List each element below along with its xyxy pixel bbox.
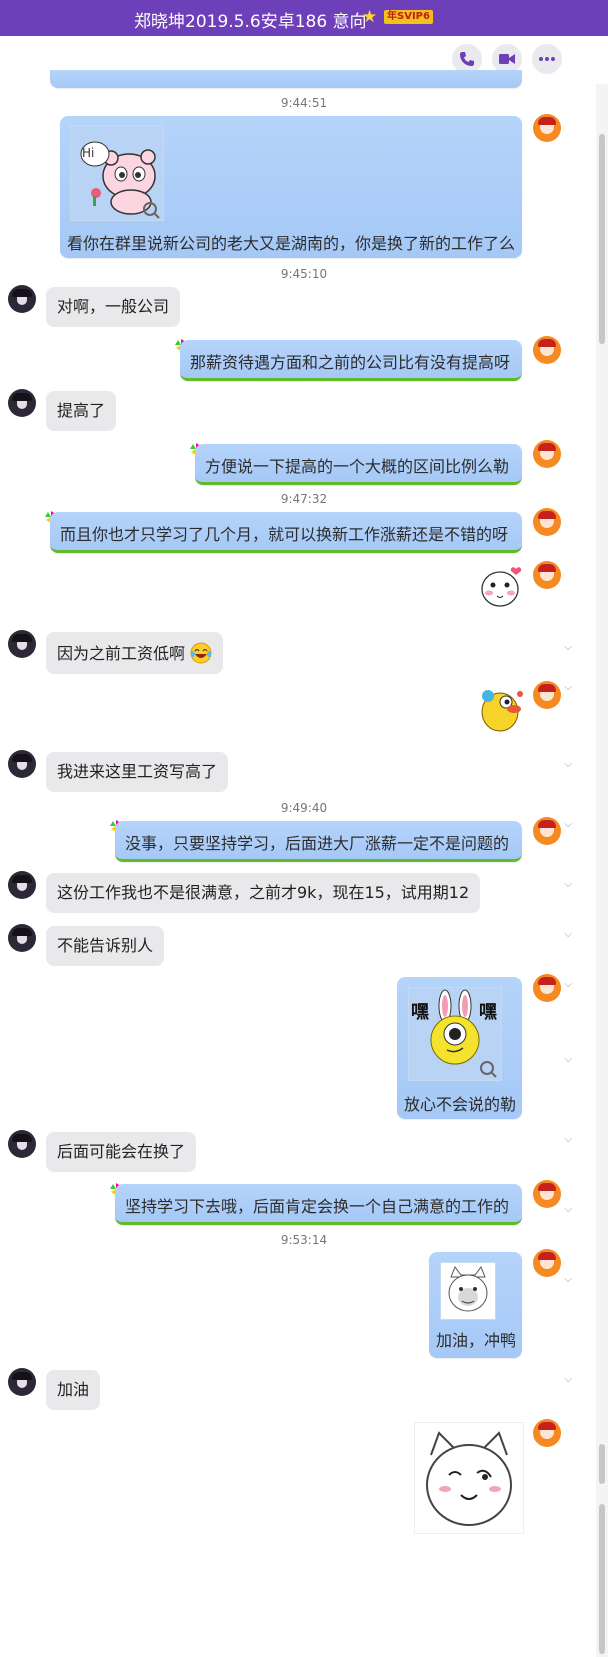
message-text: 后面可能会在换了 bbox=[57, 1142, 186, 1161]
sticker-text: 嘿 bbox=[411, 1002, 429, 1023]
message-text: 看你在群里说新公司的老大又是湖南的，你是换了新的工作了么 bbox=[67, 234, 516, 253]
white-cat-sticker[interactable] bbox=[414, 1422, 524, 1534]
message-text: 这份工作我也不是很满意，之前才9k，现在15，试用期12 bbox=[57, 883, 470, 902]
contact-avatar[interactable] bbox=[8, 871, 36, 899]
contact-avatar[interactable] bbox=[8, 924, 36, 952]
bunny-shh-sticker[interactable]: 嘿 嘿 bbox=[408, 987, 502, 1081]
message-bubble-mine[interactable]: Hi 看你在群里说新公司的老大又是湖南的，你是换了新的工作了么 bbox=[60, 116, 522, 258]
my-avatar[interactable] bbox=[533, 974, 561, 1002]
more-options-button[interactable] bbox=[532, 44, 562, 74]
hi-bear-sticker[interactable]: Hi bbox=[70, 125, 164, 221]
message-bubble-theirs[interactable]: 不能告诉别人 bbox=[46, 926, 165, 966]
message-bubble-partial bbox=[50, 70, 522, 88]
my-avatar[interactable] bbox=[533, 817, 561, 845]
more-icon bbox=[539, 57, 555, 61]
message-bubble-mine[interactable]: 那薪资待遇方面和之前的公司比有没有提高呀 bbox=[180, 340, 522, 381]
timestamp: 9:53:14 bbox=[280, 1233, 328, 1247]
cat-meme-sticker[interactable] bbox=[440, 1262, 496, 1320]
message-bubble-mine[interactable]: 方便说一下提高的一个大概的区间比例么勒 bbox=[195, 444, 522, 485]
message-bubble-theirs[interactable]: 因为之前工资低啊 bbox=[46, 632, 224, 674]
chat-title: 郑晓坤2019.5.6安卓186 意向 bbox=[134, 12, 367, 32]
contact-avatar[interactable] bbox=[8, 389, 36, 417]
vip-badge: 年SVIP6 bbox=[384, 10, 433, 24]
laughing-tears-emoji bbox=[190, 642, 212, 664]
message-text: 我进来这里工资写高了 bbox=[57, 762, 218, 781]
my-avatar[interactable] bbox=[533, 1180, 561, 1208]
message-text: 放心不会说的勒 bbox=[404, 1095, 517, 1114]
contact-avatar[interactable] bbox=[8, 750, 36, 778]
message-text: 提高了 bbox=[57, 401, 106, 420]
scroll-marker-icon: ⌵ bbox=[564, 929, 572, 940]
message-text: 加油，冲鸭 bbox=[436, 1331, 517, 1350]
message-bubble-theirs[interactable]: 对啊，一般公司 bbox=[46, 287, 181, 327]
my-avatar[interactable] bbox=[533, 508, 561, 536]
message-text: 方便说一下提高的一个大概的区间比例么勒 bbox=[205, 457, 510, 476]
sticker-hi-text: Hi bbox=[82, 146, 95, 160]
window-titlebar: 郑晓坤2019.5.6安卓186 意向 ★ 年SVIP6 bbox=[0, 0, 608, 36]
white-cat-image bbox=[426, 1431, 512, 1526]
yellow-duck-sticker[interactable] bbox=[478, 684, 524, 732]
scroll-marker-icon: ⌵ bbox=[564, 819, 572, 830]
scrollbar-thumb[interactable] bbox=[599, 134, 605, 344]
cat-meme-image bbox=[448, 1265, 488, 1312]
scroll-marker-icon: ⌵ bbox=[564, 1374, 572, 1385]
message-bubble-mine[interactable]: 嘿 嘿 放心不会说的勒 bbox=[397, 977, 522, 1119]
scroll-marker-icon: ⌵ bbox=[564, 879, 572, 890]
message-text: 对啊，一般公司 bbox=[57, 297, 170, 316]
duck-image bbox=[481, 690, 523, 732]
message-text: 坚持学习下去哦，后面肯定会换一个自己满意的工作的 bbox=[125, 1197, 510, 1216]
blush-heart-sticker[interactable] bbox=[478, 563, 524, 609]
my-avatar[interactable] bbox=[533, 440, 561, 468]
message-text: 而且你也才只学习了几个月，就可以换新工作涨薪还是不错的呀 bbox=[60, 525, 509, 544]
my-avatar[interactable] bbox=[533, 1419, 561, 1447]
timestamp: 9:44:51 bbox=[280, 96, 328, 110]
message-text: 没事，只要坚持学习，后面进大厂涨薪一定不是问题的 bbox=[125, 834, 510, 853]
message-bubble-mine[interactable]: 没事，只要坚持学习，后面进大厂涨薪一定不是问题的 bbox=[115, 821, 522, 862]
scroll-marker-icon: ⌵ bbox=[564, 682, 572, 693]
my-avatar[interactable] bbox=[533, 561, 561, 589]
my-avatar[interactable] bbox=[533, 336, 561, 364]
message-text: 那薪资待遇方面和之前的公司比有没有提高呀 bbox=[190, 353, 511, 372]
phone-icon bbox=[460, 52, 474, 66]
scroll-marker-icon: ⌵ bbox=[564, 1054, 572, 1065]
message-bubble-mine[interactable]: 坚持学习下去哦，后面肯定会换一个自己满意的工作的 bbox=[115, 1184, 522, 1225]
sticker-text: 嘿 bbox=[479, 1002, 497, 1023]
timestamp: 9:49:40 bbox=[280, 801, 328, 815]
my-avatar[interactable] bbox=[533, 1249, 561, 1277]
message-bubble-theirs[interactable]: 这份工作我也不是很满意，之前才9k，现在15，试用期12 bbox=[46, 873, 481, 913]
star-icon: ★ bbox=[362, 7, 378, 27]
contact-avatar[interactable] bbox=[8, 1130, 36, 1158]
scroll-marker-icon: ⌵ bbox=[564, 1204, 572, 1215]
contact-avatar[interactable] bbox=[8, 630, 36, 658]
timestamp: 9:47:32 bbox=[280, 492, 328, 506]
scroll-marker-icon: ⌵ bbox=[564, 759, 572, 770]
scroll-marker-icon: ⌵ bbox=[564, 642, 572, 653]
contact-avatar[interactable] bbox=[8, 1368, 36, 1396]
chat-scrollbar[interactable] bbox=[596, 84, 608, 1657]
scrollbar-thumb-lower[interactable] bbox=[599, 1444, 605, 1484]
message-bubble-theirs[interactable]: 我进来这里工资写高了 bbox=[46, 752, 229, 792]
message-list[interactable]: 9:44:51 Hi 看你在群里说新公司的老大又是湖南的，你是换了新的工作了么 … bbox=[0, 70, 596, 1657]
my-avatar[interactable] bbox=[533, 681, 561, 709]
video-call-icon bbox=[499, 54, 515, 64]
blush-face-image bbox=[481, 567, 522, 607]
message-bubble-theirs[interactable]: 后面可能会在换了 bbox=[46, 1132, 197, 1172]
timestamp: 9:45:10 bbox=[280, 267, 328, 281]
message-text: 因为之前工资低啊 bbox=[57, 644, 186, 663]
bear-image bbox=[80, 141, 160, 219]
message-text: 加油 bbox=[57, 1380, 90, 1399]
message-bubble-theirs[interactable]: 加油 bbox=[46, 1370, 101, 1410]
scroll-marker-icon: ⌵ bbox=[564, 1134, 572, 1145]
scrollbar-track-marker bbox=[599, 1504, 605, 1654]
scroll-marker-icon: ⌵ bbox=[564, 1274, 572, 1285]
scroll-marker-icon: ⌵ bbox=[564, 979, 572, 990]
message-bubble-mine[interactable]: 而且你也才只学习了几个月，就可以换新工作涨薪还是不错的呀 bbox=[50, 512, 522, 553]
contact-avatar[interactable] bbox=[8, 285, 36, 313]
message-bubble-theirs[interactable]: 提高了 bbox=[46, 391, 117, 431]
message-bubble-mine[interactable]: 加油，冲鸭 bbox=[429, 1252, 522, 1358]
my-avatar[interactable] bbox=[533, 114, 561, 142]
message-text: 不能告诉别人 bbox=[57, 936, 154, 955]
